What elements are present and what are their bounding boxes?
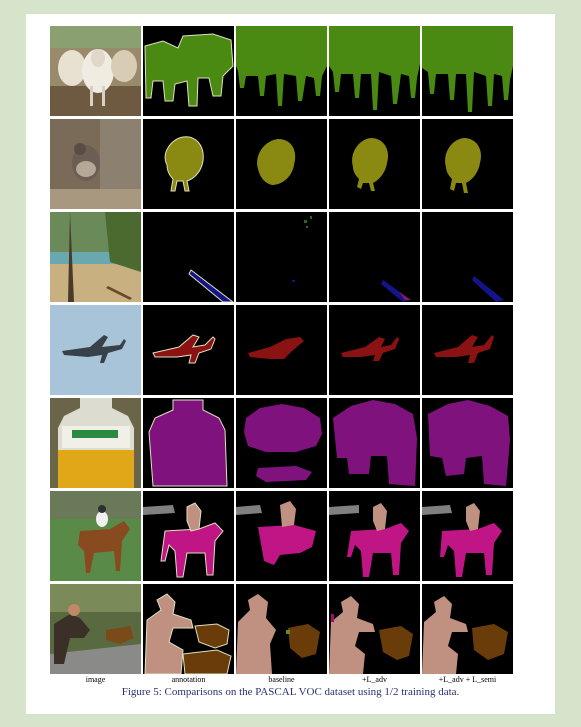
adv-person-dog xyxy=(329,584,420,674)
baseline-aeroplane xyxy=(236,305,327,395)
baseline-cows xyxy=(236,26,327,116)
input-image-boat xyxy=(50,212,141,302)
input-image-horse xyxy=(50,491,141,581)
input-image-person-dog xyxy=(50,584,141,674)
input-image-cows xyxy=(50,26,141,116)
adv-bottle xyxy=(329,398,420,488)
annotation-aeroplane xyxy=(143,305,234,395)
paper-page: image annotation baseline +L_adv +L_adv … xyxy=(26,14,555,714)
baseline-boat xyxy=(236,212,327,302)
figure-row-aeroplane xyxy=(50,305,513,395)
input-image-aeroplane xyxy=(50,305,141,395)
adv-semi-horse xyxy=(422,491,513,581)
annotation-bottle xyxy=(143,398,234,488)
figure-row-person-dog xyxy=(50,584,513,674)
figure-row-cows xyxy=(50,26,513,116)
baseline-bird xyxy=(236,119,327,209)
adv-horse xyxy=(329,491,420,581)
adv-semi-person-dog xyxy=(422,584,513,674)
adv-semi-aeroplane xyxy=(422,305,513,395)
annotation-horse xyxy=(143,491,234,581)
baseline-horse xyxy=(236,491,327,581)
input-image-bird xyxy=(50,119,141,209)
adv-cows xyxy=(329,26,420,116)
figure-row-bottle xyxy=(50,398,513,488)
annotation-person-dog xyxy=(143,584,234,674)
figure-caption: Figure 5: Comparisons on the PASCAL VOC … xyxy=(121,686,460,698)
annotation-bird xyxy=(143,119,234,209)
figure-row-horse xyxy=(50,491,513,581)
adv-bird xyxy=(329,119,420,209)
annotation-cows xyxy=(143,26,234,116)
figure-row-bird xyxy=(50,119,513,209)
adv-semi-boat xyxy=(422,212,513,302)
adv-semi-bottle xyxy=(422,398,513,488)
adv-semi-bird xyxy=(422,119,513,209)
input-image-bottle xyxy=(50,398,141,488)
baseline-bottle xyxy=(236,398,327,488)
adv-boat xyxy=(329,212,420,302)
adv-semi-cows xyxy=(422,26,513,116)
baseline-person-dog xyxy=(236,584,327,674)
annotation-boat xyxy=(143,212,234,302)
adv-aeroplane xyxy=(329,305,420,395)
figure-row-boat xyxy=(50,212,513,302)
